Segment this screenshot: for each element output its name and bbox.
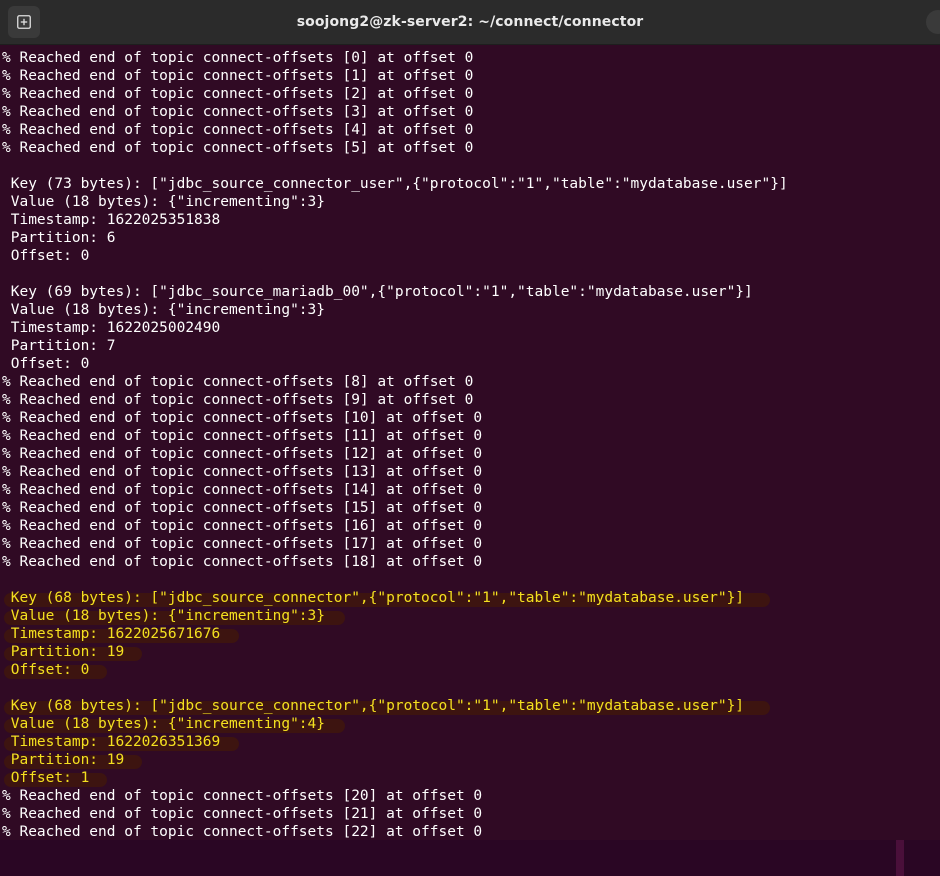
terminal-line: % Reached end of topic connect-offsets [… bbox=[2, 86, 474, 102]
terminal-line: % Reached end of topic connect-offsets [… bbox=[2, 554, 483, 570]
terminal-output[interactable]: % Reached end of topic connect-offsets [… bbox=[0, 46, 940, 840]
terminal-window: soojong2@zk-server2: ~/connect/connector… bbox=[0, 0, 940, 876]
desktop-background bbox=[0, 840, 940, 876]
terminal-line: % Reached end of topic connect-offsets [… bbox=[2, 374, 474, 390]
terminal-line: Partition: 6 bbox=[2, 230, 116, 246]
terminal-line: % Reached end of topic connect-offsets [… bbox=[2, 824, 483, 840]
terminal-line: % Reached end of topic connect-offsets [… bbox=[2, 446, 483, 462]
terminal-line: % Reached end of topic connect-offsets [… bbox=[2, 428, 483, 444]
terminal-line: % Reached end of topic connect-offsets [… bbox=[2, 500, 483, 516]
terminal-line: % Reached end of topic connect-offsets [… bbox=[2, 122, 474, 138]
terminal-line: % Reached end of topic connect-offsets [… bbox=[2, 104, 474, 120]
terminal-line: % Reached end of topic connect-offsets [… bbox=[2, 464, 483, 480]
terminal-line: Offset: 0 bbox=[2, 356, 90, 372]
highlighted-terminal-line: Offset: 1 bbox=[2, 770, 90, 786]
terminal-line: % Reached end of topic connect-offsets [… bbox=[2, 788, 483, 804]
highlighted-terminal-line: Value (18 bytes): {"incrementing":3} bbox=[2, 608, 326, 624]
terminal-line: Value (18 bytes): {"incrementing":3} bbox=[2, 302, 326, 318]
terminal-line: % Reached end of topic connect-offsets [… bbox=[2, 68, 474, 84]
terminal-line: % Reached end of topic connect-offsets [… bbox=[2, 140, 474, 156]
highlighted-terminal-line: Value (18 bytes): {"incrementing":4} bbox=[2, 716, 326, 732]
terminal-line: Key (73 bytes): ["jdbc_source_connector_… bbox=[2, 176, 788, 192]
highlighted-terminal-line: Partition: 19 bbox=[2, 752, 125, 768]
title-bar[interactable]: soojong2@zk-server2: ~/connect/connector bbox=[0, 0, 940, 45]
window-title: soojong2@zk-server2: ~/connect/connector bbox=[296, 14, 644, 30]
highlighted-terminal-line: Key (68 bytes): ["jdbc_source_connector"… bbox=[2, 590, 745, 606]
terminal-line: Timestamp: 1622025351838 bbox=[2, 212, 221, 228]
terminal-line: % Reached end of topic connect-offsets [… bbox=[2, 410, 483, 426]
highlighted-terminal-line: Timestamp: 1622025671676 bbox=[2, 626, 221, 642]
terminal-line: % Reached end of topic connect-offsets [… bbox=[2, 392, 474, 408]
terminal-line: Timestamp: 1622025002490 bbox=[2, 320, 221, 336]
terminal-line: Value (18 bytes): {"incrementing":3} bbox=[2, 194, 326, 210]
terminal-line: % Reached end of topic connect-offsets [… bbox=[2, 482, 483, 498]
terminal-line: % Reached end of topic connect-offsets [… bbox=[2, 806, 483, 822]
terminal-line: Key (69 bytes): ["jdbc_source_mariadb_00… bbox=[2, 284, 753, 300]
terminal-line: Partition: 7 bbox=[2, 338, 116, 354]
terminal-line: % Reached end of topic connect-offsets [… bbox=[2, 50, 474, 66]
terminal-line: % Reached end of topic connect-offsets [… bbox=[2, 536, 483, 552]
highlighted-terminal-line: Offset: 0 bbox=[2, 662, 90, 678]
highlighted-terminal-line: Partition: 19 bbox=[2, 644, 125, 660]
desktop-decoration bbox=[896, 840, 904, 876]
terminal-line: Offset: 0 bbox=[2, 248, 90, 264]
highlighted-terminal-line: Timestamp: 1622026351369 bbox=[2, 734, 221, 750]
terminal-line: % Reached end of topic connect-offsets [… bbox=[2, 518, 483, 534]
highlighted-terminal-line: Key (68 bytes): ["jdbc_source_connector"… bbox=[2, 698, 745, 714]
